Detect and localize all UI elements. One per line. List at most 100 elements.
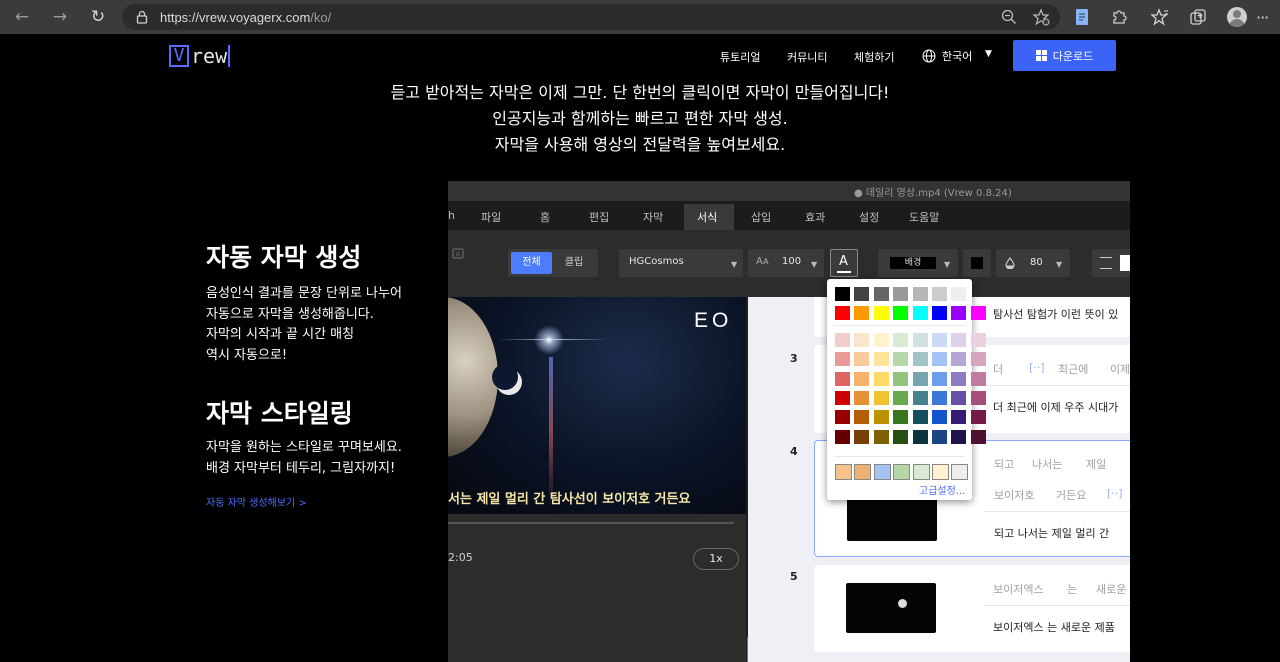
color-swatch[interactable] [893, 333, 909, 347]
scope-all-button[interactable]: 전체 [511, 252, 552, 274]
color-swatch[interactable] [951, 371, 967, 386]
color-swatch[interactable] [893, 410, 909, 425]
reload-icon[interactable]: ↻ [86, 5, 110, 29]
color-swatch[interactable] [951, 429, 967, 444]
color-swatch[interactable] [854, 287, 870, 301]
color-swatch[interactable] [932, 410, 947, 425]
word-token[interactable]: 보이저호 [994, 487, 1034, 503]
word-token[interactable]: 제일 [1086, 456, 1106, 472]
color-swatch[interactable] [854, 410, 870, 425]
word-token[interactable]: 되고 [994, 456, 1014, 472]
color-swatch[interactable] [893, 390, 909, 405]
color-swatch[interactable] [951, 410, 967, 425]
menu-file[interactable]: 파일 [481, 209, 501, 225]
font-select[interactable]: HGCosmos [619, 249, 743, 277]
color-swatch[interactable] [970, 410, 986, 425]
color-swatch[interactable] [932, 287, 947, 301]
color-swatch[interactable] [873, 390, 889, 405]
color-swatch[interactable] [835, 371, 850, 386]
color-swatch[interactable] [970, 306, 986, 320]
chevron-down-icon[interactable]: ▼ [985, 49, 992, 59]
more-menu-icon[interactable]: ··· [1256, 8, 1269, 27]
menu-settings[interactable]: 설정 [859, 209, 879, 225]
word-token[interactable]: 최근에 [1058, 361, 1088, 377]
color-swatch[interactable] [835, 287, 850, 301]
subtitle-text[interactable]: 보이저엑스 는 새로운 제품 [993, 619, 1115, 635]
format-brush-icon[interactable]: A [450, 247, 468, 265]
menu-insert[interactable]: 삽입 [751, 209, 771, 225]
try-auto-subtitle-link[interactable]: 자동 자막 생성해보기 > [206, 494, 307, 509]
menu-help[interactable]: 도움말 [909, 209, 939, 225]
color-swatch[interactable] [835, 333, 850, 347]
color-swatch[interactable] [893, 429, 909, 444]
word-token[interactable]: 이제 [1110, 361, 1130, 377]
add-favorite-icon[interactable] [1032, 8, 1050, 26]
color-swatch[interactable] [970, 333, 986, 347]
recent-color-swatch[interactable] [951, 464, 969, 480]
color-swatch[interactable] [854, 352, 870, 367]
word-token[interactable]: 보이저엑스 [993, 581, 1044, 597]
color-swatch[interactable] [951, 287, 967, 301]
color-swatch[interactable] [873, 429, 889, 444]
subtitle-text[interactable]: 되고 나서는 제일 멀리 간 [994, 525, 1109, 541]
word-token[interactable]: 새로운 [1096, 581, 1126, 597]
word-token[interactable]: 는 [1067, 581, 1077, 597]
color-swatch[interactable] [835, 306, 850, 320]
color-swatch[interactable] [854, 306, 870, 320]
color-swatch[interactable] [893, 371, 909, 386]
color-swatch[interactable] [912, 429, 928, 444]
color-swatch[interactable] [835, 390, 850, 405]
color-swatch[interactable] [912, 287, 928, 301]
color-swatch[interactable] [854, 333, 870, 347]
recent-color-swatch[interactable] [854, 464, 872, 480]
color-swatch[interactable] [951, 390, 967, 405]
color-swatch[interactable] [932, 306, 947, 320]
color-swatch[interactable] [912, 333, 928, 347]
menu-edit[interactable]: 편집 [589, 209, 609, 225]
color-swatch[interactable] [854, 429, 870, 444]
color-swatch[interactable] [873, 371, 889, 386]
color-swatch[interactable] [912, 371, 928, 386]
color-swatch[interactable] [970, 390, 986, 405]
color-swatch[interactable] [912, 390, 928, 405]
word-token-gap[interactable]: [··] [1029, 361, 1045, 374]
color-swatch[interactable] [893, 287, 909, 301]
nav-community[interactable]: 커뮤니티 [787, 49, 827, 65]
collections-icon[interactable] [1188, 7, 1208, 27]
extensions-icon[interactable] [1109, 7, 1129, 27]
menu-item-partial[interactable]: h [448, 209, 455, 222]
word-token-gap[interactable]: [··] [1107, 487, 1123, 500]
nav-tutorial[interactable]: 튜토리얼 [720, 49, 760, 65]
color-swatch[interactable] [912, 410, 928, 425]
recent-color-swatch[interactable] [912, 464, 930, 480]
clip-thumbnail[interactable] [846, 583, 936, 633]
text-color-button[interactable]: A [830, 249, 858, 277]
forward-arrow-icon[interactable]: → [48, 5, 72, 29]
color-swatch[interactable] [970, 371, 986, 386]
color-swatch[interactable] [835, 429, 850, 444]
color-swatch[interactable] [912, 352, 928, 367]
recent-color-swatch[interactable] [932, 464, 949, 480]
color-swatch[interactable] [932, 333, 947, 347]
color-swatch[interactable] [912, 306, 928, 320]
scope-clip-button[interactable]: 클립 [556, 252, 592, 274]
menu-subtitle[interactable]: 자막 [643, 209, 663, 225]
color-swatch[interactable] [873, 287, 889, 301]
menu-effect[interactable]: 효과 [805, 209, 825, 225]
word-token[interactable]: 더 [993, 361, 1003, 377]
color-swatch[interactable] [951, 352, 967, 367]
color-swatch[interactable] [893, 306, 909, 320]
background-color-button[interactable] [963, 249, 991, 277]
color-swatch[interactable] [932, 371, 947, 386]
list-item[interactable]: 보이저엑스 는 새로운 보이저엑스 는 새로운 제품 [814, 565, 1130, 652]
word-token[interactable]: 나서는 [1032, 456, 1062, 472]
color-swatch[interactable] [932, 390, 947, 405]
recent-color-swatch[interactable] [835, 464, 852, 480]
color-swatch[interactable] [873, 352, 889, 367]
progress-bar[interactable] [448, 522, 734, 524]
color-swatch[interactable] [970, 429, 986, 444]
color-swatch[interactable] [893, 352, 909, 367]
menu-home[interactable]: 홈 [540, 209, 550, 225]
favorites-icon[interactable] [1150, 7, 1170, 27]
color-swatch[interactable] [951, 333, 967, 347]
